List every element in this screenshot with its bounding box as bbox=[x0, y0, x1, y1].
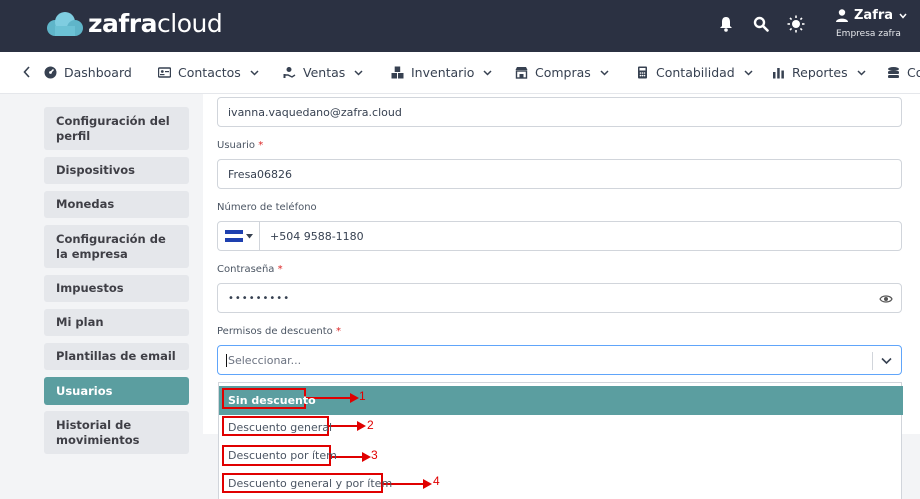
nav-contabilidad[interactable]: Contabilidad bbox=[636, 65, 753, 80]
phone-field[interactable]: +504 9588-1180 bbox=[217, 221, 902, 251]
contacts-icon bbox=[158, 67, 171, 78]
cloud-logo-icon bbox=[47, 11, 83, 36]
annotation-number-4: 4 bbox=[433, 474, 440, 488]
sidebar-item-label: Plantillas de email bbox=[56, 349, 176, 363]
sidebar-item-plantillas-email[interactable]: Plantillas de email bbox=[44, 343, 189, 370]
sidebar-item-configuracion-empresa[interactable]: Configuración de la empresa bbox=[44, 225, 189, 268]
annotation-number-3: 3 bbox=[371, 448, 378, 462]
main-nav: Dashboard Contactos Ventas Inventario Co… bbox=[0, 52, 920, 94]
sidebar-item-monedas[interactable]: Monedas bbox=[44, 191, 189, 218]
store-icon bbox=[515, 67, 528, 79]
username-value: Fresa06826 bbox=[228, 167, 293, 181]
arrowhead-icon bbox=[362, 452, 371, 462]
inventory-icon bbox=[391, 66, 404, 79]
caret-down-icon bbox=[245, 233, 253, 238]
chevron-down-icon bbox=[899, 13, 907, 19]
username-field[interactable]: Fresa06826 bbox=[217, 159, 902, 189]
user-menu[interactable]: Zafra Empresa zafra bbox=[836, 8, 907, 39]
nav-label: Compras bbox=[535, 65, 591, 80]
bar-chart-icon bbox=[773, 68, 784, 79]
annotation-number-1: 1 bbox=[359, 389, 366, 403]
chevron-down-icon bbox=[857, 69, 866, 76]
chevron-down-icon bbox=[483, 69, 492, 76]
option-label: Descuento general bbox=[228, 421, 333, 434]
sidebar-item-usuarios[interactable]: Usuarios bbox=[44, 377, 189, 405]
chevron-down-icon bbox=[354, 69, 363, 76]
nav-label: Contabilidad bbox=[656, 65, 735, 80]
chevron-down-icon[interactable] bbox=[881, 357, 892, 365]
search-icon[interactable] bbox=[751, 14, 771, 34]
nav-co-truncated[interactable]: Co bbox=[887, 65, 920, 80]
sidebar-item-label: Mi plan bbox=[56, 315, 104, 329]
discount-options-menu: Sin descuento Descuento general Descuent… bbox=[218, 382, 903, 499]
chevron-down-icon bbox=[250, 69, 259, 76]
nav-inventario[interactable]: Inventario bbox=[391, 65, 492, 80]
eye-icon[interactable] bbox=[879, 292, 893, 306]
password-field[interactable]: ••••••••• bbox=[217, 283, 902, 313]
nav-label: Reportes bbox=[792, 65, 848, 80]
logo-bold-text: zafra bbox=[88, 9, 158, 38]
honduras-flag-icon bbox=[224, 230, 243, 242]
select-divider bbox=[872, 352, 873, 370]
username-label: Usuario * bbox=[217, 140, 264, 151]
option-sin-descuento[interactable]: Sin descuento bbox=[219, 386, 903, 415]
sidebar-item-impuestos[interactable]: Impuestos bbox=[44, 275, 189, 302]
bell-icon[interactable] bbox=[716, 14, 736, 34]
arrowhead-icon bbox=[357, 421, 366, 431]
chevron-left-icon[interactable] bbox=[22, 65, 32, 79]
annotation-arrow-2 bbox=[329, 425, 359, 427]
logo-light-text: cloud bbox=[157, 9, 223, 38]
password-label: Contraseña * bbox=[217, 264, 283, 275]
sidebar-item-label: Configuración del perfil bbox=[56, 113, 170, 143]
sidebar-item-historial-movimientos[interactable]: Historial de movimientos bbox=[44, 411, 189, 454]
sidebar-item-configuracion-perfil[interactable]: Configuración del perfil bbox=[44, 107, 189, 150]
country-code-selector[interactable] bbox=[218, 222, 260, 250]
sales-icon bbox=[283, 67, 296, 78]
sidebar-item-label: Historial de movimientos bbox=[56, 417, 140, 447]
sidebar-item-dispositivos[interactable]: Dispositivos bbox=[44, 157, 189, 184]
nav-ventas[interactable]: Ventas bbox=[283, 65, 363, 80]
sidebar-item-label: Monedas bbox=[56, 197, 115, 211]
select-placeholder: Seleccionar... bbox=[226, 353, 302, 367]
zafracloud-logo[interactable]: zafracloud bbox=[44, 9, 223, 38]
password-value: ••••••••• bbox=[228, 292, 291, 304]
discount-permissions-label: Permisos de descuento * bbox=[217, 326, 341, 337]
user-icon bbox=[836, 9, 848, 22]
option-label: Sin descuento bbox=[228, 394, 316, 407]
nav-label: Co bbox=[907, 65, 920, 80]
option-label: Descuento general y por ítem bbox=[228, 477, 393, 490]
arrowhead-icon bbox=[350, 393, 359, 403]
email-field[interactable]: ivanna.vaquedano@zafra.cloud bbox=[217, 97, 902, 127]
sidebar-item-label: Impuestos bbox=[56, 281, 124, 295]
dashboard-icon bbox=[44, 66, 57, 79]
sun-icon[interactable] bbox=[786, 14, 806, 34]
user-company: Empresa zafra bbox=[836, 29, 901, 39]
option-label: Descuento por ítem bbox=[228, 449, 337, 462]
email-value: ivanna.vaquedano@zafra.cloud bbox=[228, 105, 402, 119]
chevron-down-icon bbox=[744, 69, 753, 76]
phone-value: +504 9588-1180 bbox=[270, 229, 364, 243]
sidebar-item-mi-plan[interactable]: Mi plan bbox=[44, 309, 189, 336]
nav-reportes[interactable]: Reportes bbox=[772, 65, 866, 80]
nav-label: Dashboard bbox=[64, 65, 132, 80]
top-bar: zafracloud Zafra Empresa zafra bbox=[0, 0, 920, 52]
annotation-number-2: 2 bbox=[367, 418, 374, 432]
nav-compras[interactable]: Compras bbox=[515, 65, 609, 80]
user-name: Zafra bbox=[854, 8, 894, 23]
arrowhead-icon bbox=[423, 479, 432, 489]
nav-label: Ventas bbox=[303, 65, 346, 80]
nav-label: Inventario bbox=[411, 65, 475, 80]
nav-label: Contactos bbox=[178, 65, 241, 80]
calculator-icon bbox=[638, 66, 647, 79]
stack-icon bbox=[888, 67, 899, 78]
phone-label: Número de teléfono bbox=[217, 202, 317, 213]
discount-permissions-select[interactable]: Seleccionar... bbox=[217, 345, 902, 375]
chevron-down-icon bbox=[600, 69, 609, 76]
nav-dashboard[interactable]: Dashboard bbox=[44, 65, 132, 80]
sidebar-item-label: Configuración de la empresa bbox=[56, 231, 166, 261]
sidebar-item-label: Usuarios bbox=[56, 383, 113, 398]
sidebar-item-label: Dispositivos bbox=[56, 163, 135, 177]
nav-contactos[interactable]: Contactos bbox=[158, 65, 259, 80]
